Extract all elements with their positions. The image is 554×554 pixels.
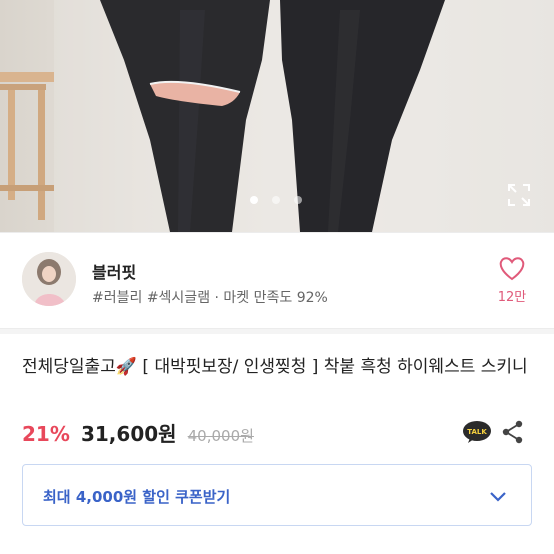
section-divider: [0, 328, 554, 334]
share-icon[interactable]: [500, 419, 526, 445]
coupon-button[interactable]: 최대 4,000원 할인 쿠폰받기: [22, 464, 532, 526]
carousel-indicator: [0, 196, 554, 206]
carousel-dot[interactable]: [294, 196, 302, 204]
product-title: 전체당일출고🚀 [ 대박핏보장/ 인생찢청 ] 착붙 흑청 하이웨스트 스키니: [22, 357, 528, 377]
carousel-dot[interactable]: [272, 196, 280, 204]
kakao-talk-button[interactable]: TALK: [462, 420, 492, 444]
original-price: 40,000원: [187, 427, 254, 445]
carousel-dot[interactable]: [250, 196, 258, 204]
like-count: 12만: [497, 290, 527, 305]
talk-label: TALK: [467, 428, 487, 436]
sale-price: 31,600원: [80, 422, 177, 446]
like-button[interactable]: 12만: [492, 254, 532, 305]
divider: [0, 232, 554, 233]
price-row: 21% 31,600원 40,000원: [22, 418, 254, 446]
chevron-down-icon: [487, 485, 509, 507]
shop-tags: #러블리 #섹시글램 · 마켓 만족도 92%: [92, 290, 328, 306]
shop-avatar[interactable]: [22, 252, 76, 306]
coupon-label: 최대 4,000원 할인 쿠폰받기: [43, 488, 231, 506]
expand-icon[interactable]: [506, 182, 532, 208]
product-image-carousel[interactable]: [0, 0, 554, 232]
heart-outline-icon: [499, 257, 525, 281]
discount-rate: 21%: [22, 422, 70, 446]
shop-name[interactable]: 블러핏: [92, 259, 136, 283]
